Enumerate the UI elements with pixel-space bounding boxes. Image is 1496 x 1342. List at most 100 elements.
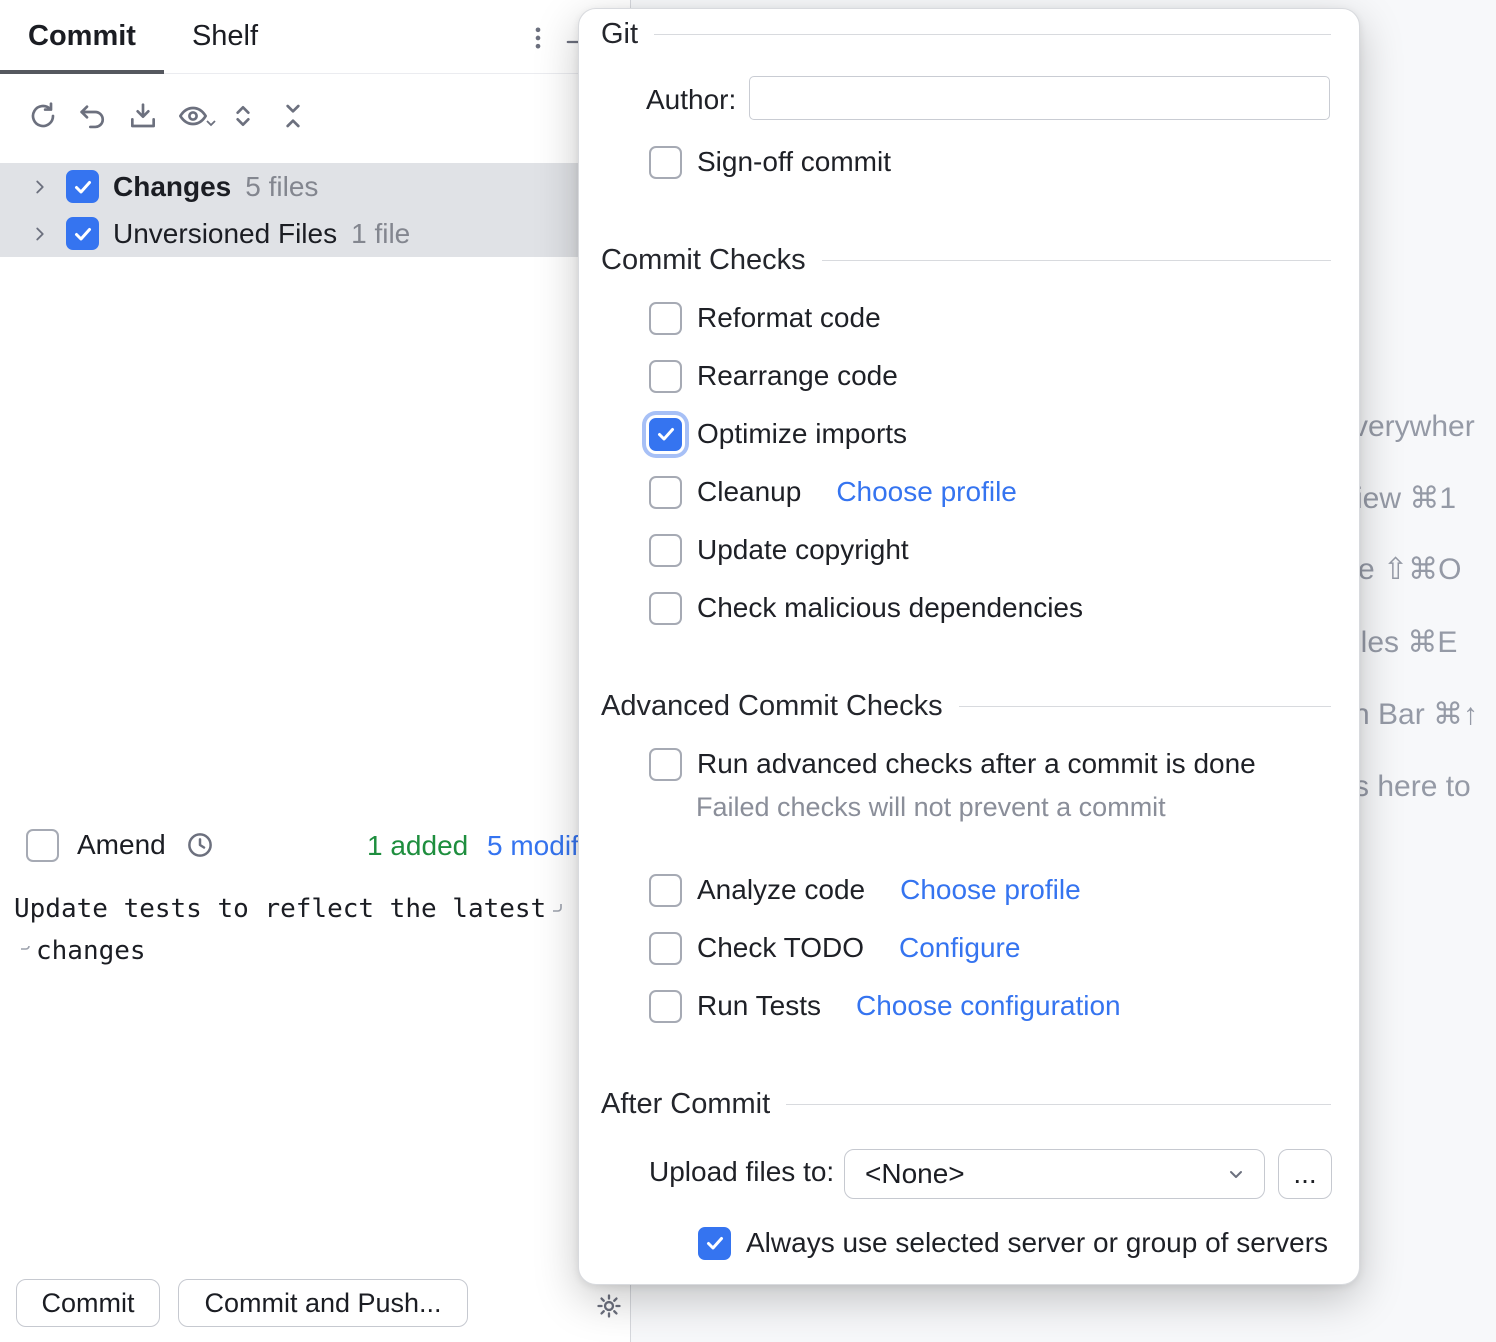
cleanup-choose-profile-link[interactable]: Choose profile bbox=[836, 476, 1017, 508]
hint-navigation-bar: n Bar ⌘↑ bbox=[1353, 696, 1478, 734]
collapse-all-icon[interactable] bbox=[277, 100, 309, 132]
copyright-checkbox[interactable] bbox=[649, 534, 682, 567]
always-use-checkbox[interactable] bbox=[698, 1227, 731, 1260]
analyze-choose-profile-link[interactable]: Choose profile bbox=[900, 874, 1081, 906]
signoff-checkbox[interactable] bbox=[649, 146, 682, 179]
preview-diff-icon[interactable] bbox=[177, 100, 209, 132]
analyze-label: Analyze code bbox=[697, 874, 865, 906]
malicious-checkbox[interactable] bbox=[649, 592, 682, 625]
amend-label: Amend bbox=[77, 829, 166, 861]
always-use-label: Always use selected server or group of s… bbox=[746, 1227, 1328, 1259]
after-commit-title: After Commit bbox=[601, 1088, 770, 1121]
tab-shelf[interactable]: Shelf bbox=[164, 0, 286, 73]
hint-project-view: iew ⌘1 bbox=[1356, 480, 1456, 518]
section-divider bbox=[822, 260, 1331, 261]
unversioned-checkbox[interactable] bbox=[66, 217, 99, 250]
rearrange-row: Rearrange code bbox=[649, 358, 898, 394]
rollback-icon[interactable] bbox=[77, 100, 109, 132]
optimize-imports-label: Optimize imports bbox=[697, 418, 907, 450]
cleanup-row: Cleanup Choose profile bbox=[649, 474, 1017, 510]
changes-tree: Changes 5 files Unversioned Files 1 file bbox=[0, 163, 630, 257]
section-divider bbox=[786, 1104, 1331, 1105]
run-tests-row: Run Tests Choose configuration bbox=[649, 988, 1121, 1024]
chevron-down-icon bbox=[205, 116, 217, 134]
always-use-row: Always use selected server or group of s… bbox=[698, 1225, 1328, 1261]
commit-message-line1: Update tests to reflect the latest bbox=[14, 888, 546, 930]
reformat-checkbox[interactable] bbox=[649, 302, 682, 335]
chevron-down-icon bbox=[1224, 1162, 1248, 1186]
optimize-imports-checkbox[interactable] bbox=[649, 418, 682, 451]
section-divider bbox=[654, 34, 1331, 35]
run-advanced-label: Run advanced checks after a commit is do… bbox=[697, 748, 1256, 780]
changes-count: 5 files bbox=[245, 171, 318, 203]
todo-configure-link[interactable]: Configure bbox=[899, 932, 1020, 964]
commit-tool-window: verywher iew ⌘1 e ⇧⌘O iles ⌘E n Bar ⌘↑ s… bbox=[0, 0, 1496, 1342]
tool-window-tabs: Commit Shelf bbox=[0, 0, 630, 74]
signoff-label: Sign-off commit bbox=[697, 146, 891, 178]
shelve-icon[interactable] bbox=[127, 100, 159, 132]
author-label: Author: bbox=[646, 84, 736, 116]
expand-all-icon[interactable] bbox=[227, 100, 259, 132]
git-section-title: Git bbox=[601, 18, 638, 51]
git-section-header: Git bbox=[601, 16, 1331, 52]
advanced-checks-header: Advanced Commit Checks bbox=[601, 688, 1331, 724]
tab-commit[interactable]: Commit bbox=[0, 0, 164, 73]
reformat-label: Reformat code bbox=[697, 302, 881, 334]
analyze-row: Analyze code Choose profile bbox=[649, 872, 1081, 908]
upload-files-value: <None> bbox=[865, 1158, 965, 1190]
hint-recent-files: iles ⌘E bbox=[1354, 624, 1457, 662]
commit-checks-header: Commit Checks bbox=[601, 242, 1331, 278]
rearrange-label: Rearrange code bbox=[697, 360, 898, 392]
hint-drop-files: s here to bbox=[1354, 768, 1471, 806]
run-advanced-checkbox[interactable] bbox=[649, 748, 682, 781]
tests-choose-configuration-link[interactable]: Choose configuration bbox=[856, 990, 1121, 1022]
upload-files-label: Upload files to: bbox=[649, 1156, 834, 1188]
author-input[interactable] bbox=[749, 76, 1330, 120]
commit-checks-title: Commit Checks bbox=[601, 244, 806, 277]
signoff-row: Sign-off commit bbox=[649, 144, 891, 180]
soft-wrap-icon bbox=[18, 944, 32, 958]
malicious-row: Check malicious dependencies bbox=[649, 590, 1083, 626]
commit-button[interactable]: Commit bbox=[16, 1279, 160, 1327]
commit-and-push-button[interactable]: Commit and Push... bbox=[178, 1279, 468, 1327]
commit-message-line2: changes bbox=[36, 930, 146, 972]
upload-files-dropdown[interactable]: <None> bbox=[844, 1149, 1265, 1199]
changes-checkbox[interactable] bbox=[66, 170, 99, 203]
cleanup-checkbox[interactable] bbox=[649, 476, 682, 509]
added-files-stat[interactable]: 1 added bbox=[367, 830, 468, 862]
optimize-imports-row: Optimize imports bbox=[649, 416, 907, 452]
commit-panel: Commit Shelf bbox=[0, 0, 630, 1342]
history-icon[interactable] bbox=[184, 829, 216, 861]
hint-search-everywhere: verywher bbox=[1353, 408, 1475, 446]
refresh-icon[interactable] bbox=[27, 100, 59, 132]
tree-row-changes[interactable]: Changes 5 files bbox=[0, 163, 630, 210]
soft-wrap-icon bbox=[550, 902, 564, 916]
reformat-row: Reformat code bbox=[649, 300, 881, 336]
cleanup-label: Cleanup bbox=[697, 476, 801, 508]
after-commit-header: After Commit bbox=[601, 1086, 1331, 1122]
analyze-checkbox[interactable] bbox=[649, 874, 682, 907]
amend-checkbox[interactable] bbox=[26, 829, 59, 862]
kebab-menu-icon[interactable] bbox=[522, 22, 554, 54]
advanced-checks-title: Advanced Commit Checks bbox=[601, 690, 943, 723]
settings-icon[interactable] bbox=[593, 1290, 625, 1322]
unversioned-count: 1 file bbox=[351, 218, 410, 250]
rearrange-checkbox[interactable] bbox=[649, 360, 682, 393]
copyright-row: Update copyright bbox=[649, 532, 909, 568]
unversioned-label: Unversioned Files bbox=[113, 218, 337, 250]
advanced-note: Failed checks will not prevent a commit bbox=[696, 792, 1166, 823]
hint-go-to-file: e ⇧⌘O bbox=[1358, 551, 1462, 589]
chevron-right-icon[interactable] bbox=[28, 222, 52, 246]
upload-more-button[interactable]: ... bbox=[1278, 1149, 1332, 1199]
todo-label: Check TODO bbox=[697, 932, 864, 964]
run-tests-checkbox[interactable] bbox=[649, 990, 682, 1023]
section-divider bbox=[959, 706, 1331, 707]
todo-checkbox[interactable] bbox=[649, 932, 682, 965]
commit-message-editor[interactable]: Update tests to reflect the latest chang… bbox=[14, 888, 620, 972]
commit-options-popup: Git Author: Sign-off commit Commit Check… bbox=[578, 8, 1360, 1285]
copyright-label: Update copyright bbox=[697, 534, 909, 566]
chevron-right-icon[interactable] bbox=[28, 175, 52, 199]
changes-label: Changes bbox=[113, 171, 231, 203]
commit-toolbar bbox=[27, 100, 309, 132]
tree-row-unversioned[interactable]: Unversioned Files 1 file bbox=[0, 210, 630, 257]
